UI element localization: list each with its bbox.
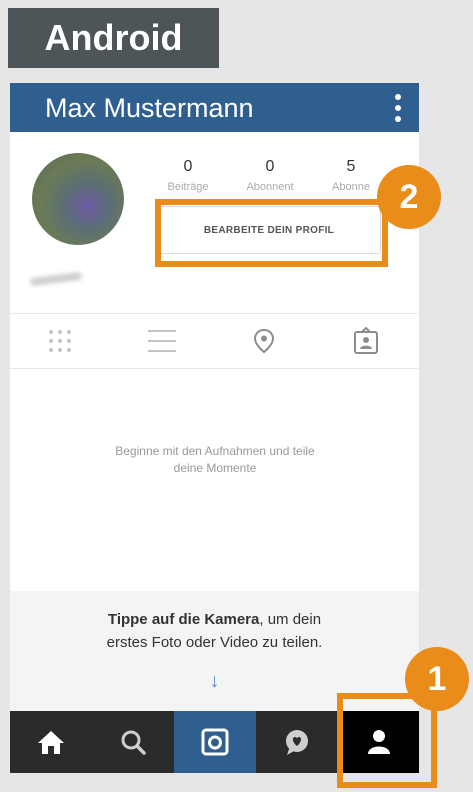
callout-edit-profile-highlight xyxy=(155,199,388,267)
hint-rest: , um dein xyxy=(259,611,322,628)
stat-posts[interactable]: 0 Beiträge xyxy=(155,158,221,193)
tab-map[interactable] xyxy=(224,314,304,368)
phone-screen: Max Mustermann 0 Beiträge 0 Abonnent 5 A… xyxy=(10,83,419,773)
nav-home[interactable] xyxy=(10,711,92,773)
arrow-down-icon: ↓ xyxy=(209,670,220,692)
camera-icon xyxy=(201,728,229,756)
tab-tagged[interactable] xyxy=(326,314,406,368)
list-icon xyxy=(148,330,176,352)
stat-following[interactable]: 5 Abonne xyxy=(317,158,385,193)
tab-list[interactable] xyxy=(122,314,202,368)
empty-state-line-2: deine Momente xyxy=(173,461,257,475)
stat-following-label: Abonne xyxy=(332,181,370,193)
empty-state-line-1: Beginne mit den Aufnahmen und teile xyxy=(115,444,315,458)
nav-search[interactable] xyxy=(92,711,174,773)
hint-bold: Tippe auf die Kamera xyxy=(107,611,260,628)
profile-name-blurred xyxy=(29,271,83,287)
nav-camera[interactable] xyxy=(174,711,256,773)
activity-bubble-icon xyxy=(286,730,308,755)
overflow-menu-icon[interactable] xyxy=(395,94,401,122)
stat-followers[interactable]: 0 Abonnent xyxy=(231,158,309,193)
platform-label: Android xyxy=(8,8,219,68)
callout-badge-step-2: 2 xyxy=(377,165,441,229)
stat-posts-label: Beiträge xyxy=(167,181,209,193)
hint-line-1: Tippe auf die Kamera, um dein xyxy=(10,611,419,628)
app-bar: Max Mustermann xyxy=(10,83,419,132)
stat-followers-label: Abonnent xyxy=(246,181,294,193)
callout-badge-step-1: 1 xyxy=(405,647,469,711)
stat-following-value: 5 xyxy=(346,158,356,175)
location-pin-icon xyxy=(253,328,275,354)
stat-posts-value: 0 xyxy=(183,158,193,175)
grid-icon xyxy=(49,330,71,352)
hint-line-2: erstes Foto oder Video zu teilen. xyxy=(106,634,323,651)
app-bar-title: Max Mustermann xyxy=(45,93,254,123)
home-icon xyxy=(38,731,64,754)
tab-grid[interactable] xyxy=(20,314,100,368)
nav-activity[interactable] xyxy=(256,711,338,773)
stat-followers-value: 0 xyxy=(265,158,275,175)
avatar[interactable] xyxy=(32,153,124,245)
empty-state-message: Beginne mit den Aufnahmen und teile dein… xyxy=(50,443,380,477)
tagged-person-icon xyxy=(354,327,378,354)
search-icon xyxy=(121,730,146,755)
profile-view-tabs xyxy=(10,313,419,369)
